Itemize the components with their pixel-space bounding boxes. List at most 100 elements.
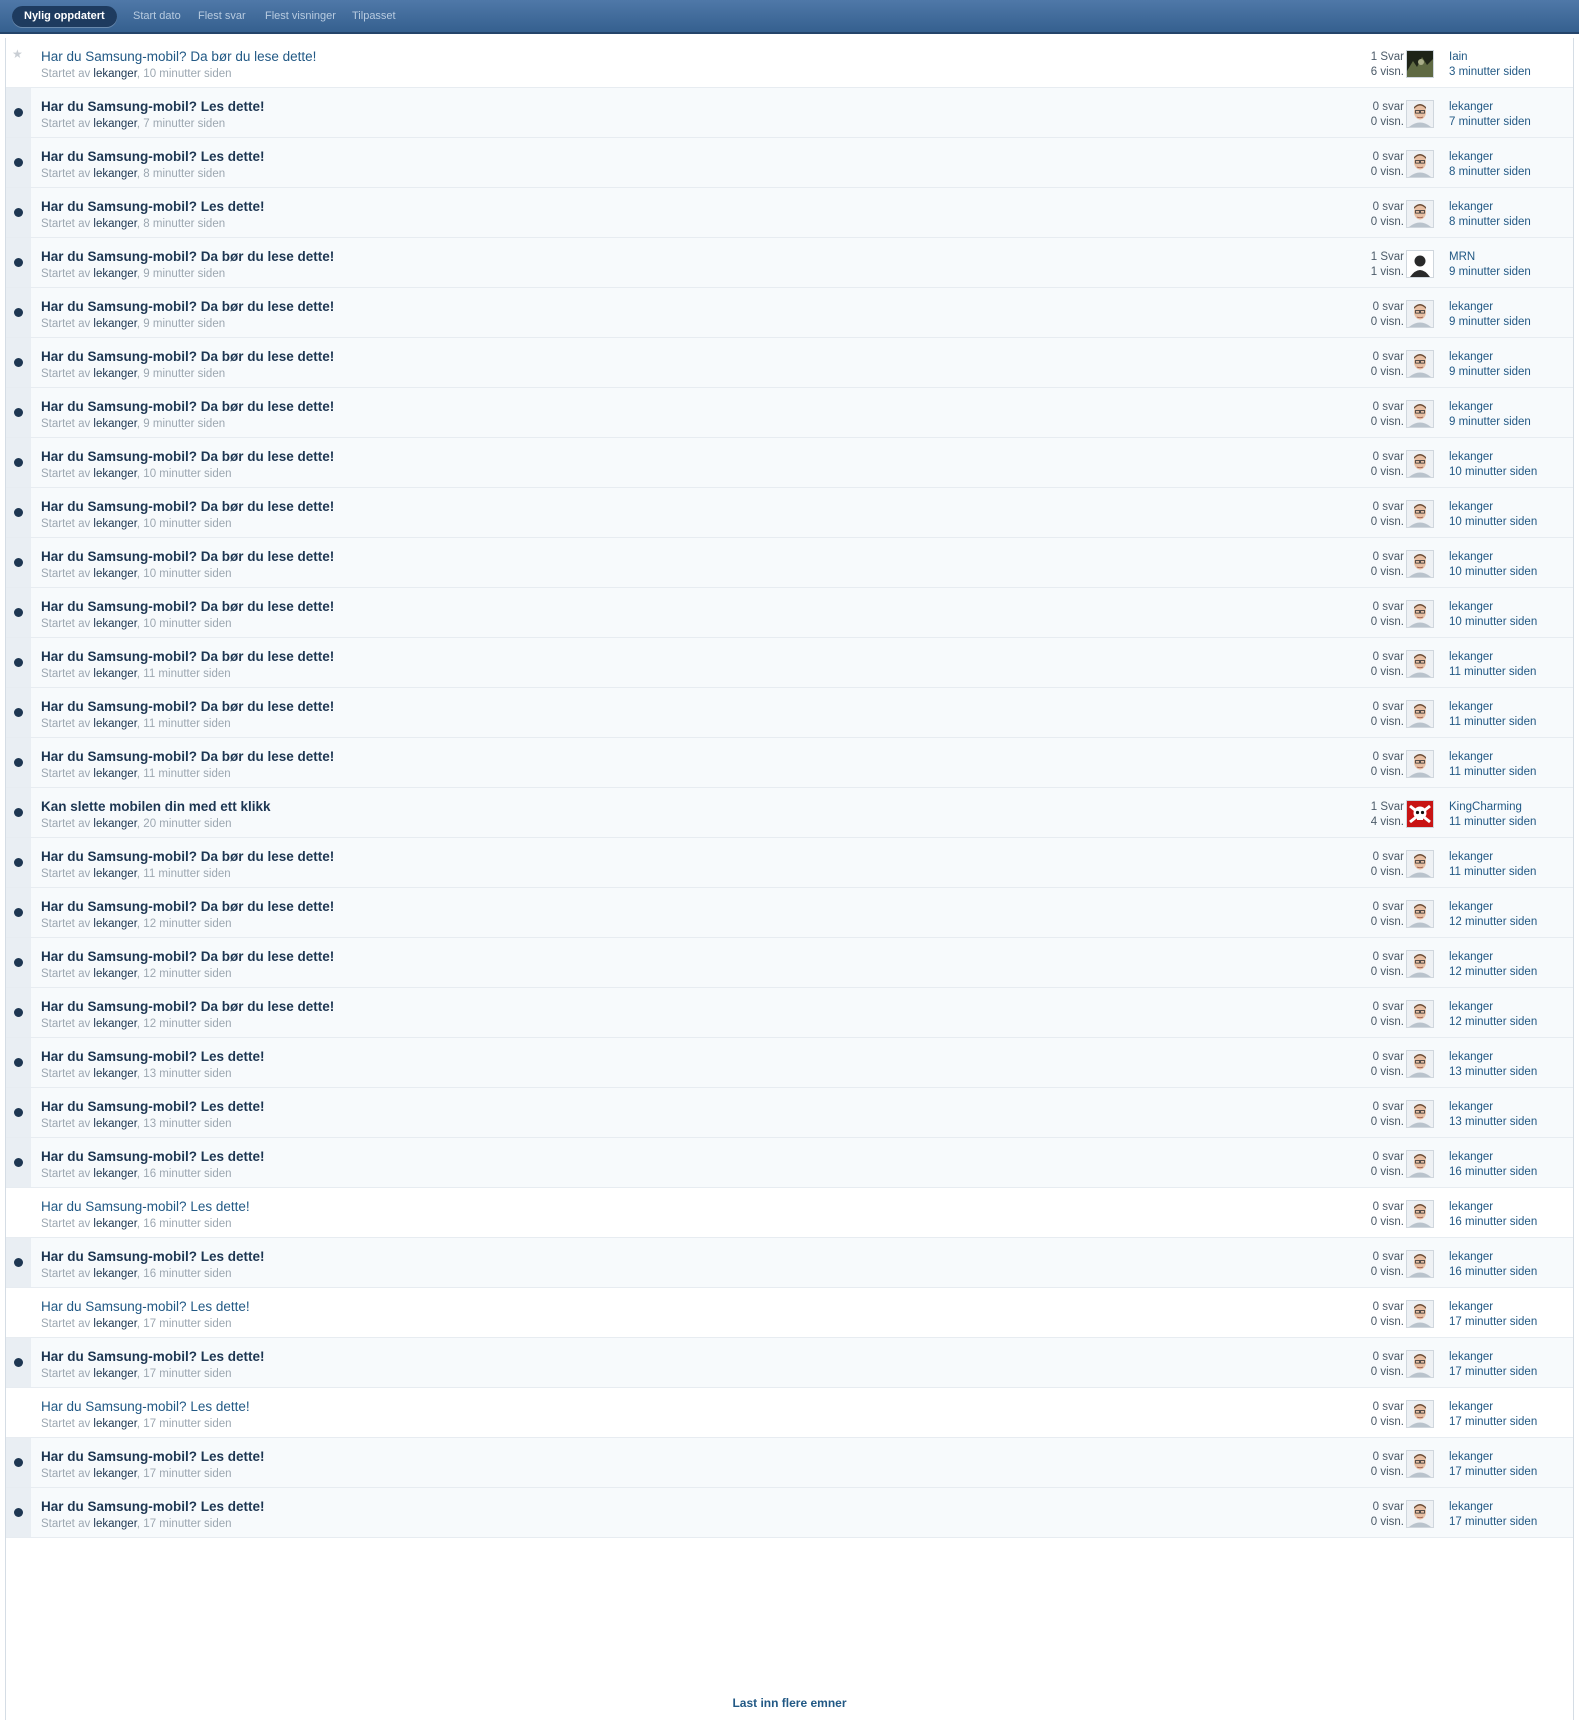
topic-author-link[interactable]: lekanger <box>93 68 136 80</box>
tab-recently-updated[interactable]: Nylig oppdatert <box>12 6 117 27</box>
last-poster-link[interactable]: lekanger <box>1449 1050 1537 1065</box>
topic-title-link[interactable]: Har du Samsung-mobil? Da bør du lese det… <box>41 699 334 714</box>
tab-start-date[interactable]: Start dato <box>121 6 193 27</box>
last-post-time-link[interactable]: 13 minutter siden <box>1449 1065 1537 1080</box>
unread-dot-icon[interactable] <box>14 308 23 317</box>
topic-title-link[interactable]: Har du Samsung-mobil? Da bør du lese det… <box>41 49 316 64</box>
unread-dot-icon[interactable] <box>14 808 23 817</box>
unread-dot-icon[interactable] <box>14 208 23 217</box>
topic-author-link[interactable]: lekanger <box>93 868 136 880</box>
last-post-time-link[interactable]: 16 minutter siden <box>1449 1165 1537 1180</box>
unread-dot-icon[interactable] <box>14 708 23 717</box>
last-poster-link[interactable]: lekanger <box>1449 500 1537 515</box>
unread-dot-icon[interactable] <box>14 1358 23 1367</box>
avatar[interactable] <box>1406 250 1434 278</box>
topic-author-link[interactable]: lekanger <box>93 1068 136 1080</box>
last-post-time-link[interactable]: 9 minutter siden <box>1449 315 1531 330</box>
unread-dot-icon[interactable] <box>14 958 23 967</box>
unread-dot-icon[interactable] <box>14 108 23 117</box>
last-post-time-link[interactable]: 11 minutter siden <box>1449 815 1536 830</box>
star-icon[interactable]: ★ <box>12 48 23 60</box>
avatar[interactable] <box>1406 300 1434 328</box>
topic-author-link[interactable]: lekanger <box>93 518 136 530</box>
topic-title-link[interactable]: Har du Samsung-mobil? Les dette! <box>41 1349 265 1364</box>
last-poster-link[interactable]: lekanger <box>1449 400 1531 415</box>
last-post-time-link[interactable]: 12 minutter siden <box>1449 915 1537 930</box>
last-poster-link[interactable]: lekanger <box>1449 1450 1537 1465</box>
load-more-topics-link[interactable]: Last inn flere emner <box>6 1686 1573 1720</box>
last-poster-link[interactable]: lekanger <box>1449 200 1531 215</box>
avatar[interactable] <box>1406 950 1434 978</box>
avatar[interactable] <box>1406 1350 1434 1378</box>
unread-dot-icon[interactable] <box>14 458 23 467</box>
last-poster-link[interactable]: lekanger <box>1449 600 1537 615</box>
unread-dot-icon[interactable] <box>14 658 23 667</box>
topic-author-link[interactable]: lekanger <box>93 1418 136 1430</box>
topic-title-link[interactable]: Har du Samsung-mobil? Les dette! <box>41 1499 265 1514</box>
topic-author-link[interactable]: lekanger <box>93 268 136 280</box>
topic-title-link[interactable]: Har du Samsung-mobil? Da bør du lese det… <box>41 649 334 664</box>
last-poster-link[interactable]: lekanger <box>1449 550 1537 565</box>
avatar[interactable] <box>1406 850 1434 878</box>
topic-author-link[interactable]: lekanger <box>93 1218 136 1230</box>
last-poster-link[interactable]: lekanger <box>1449 850 1536 865</box>
avatar[interactable] <box>1406 650 1434 678</box>
topic-author-link[interactable]: lekanger <box>93 1518 136 1530</box>
last-post-time-link[interactable]: 17 minutter siden <box>1449 1415 1537 1430</box>
last-post-time-link[interactable]: 10 minutter siden <box>1449 615 1537 630</box>
topic-author-link[interactable]: lekanger <box>93 1018 136 1030</box>
topic-author-link[interactable]: lekanger <box>93 768 136 780</box>
avatar[interactable] <box>1406 1100 1434 1128</box>
last-post-time-link[interactable]: 16 minutter siden <box>1449 1215 1537 1230</box>
topic-title-link[interactable]: Har du Samsung-mobil? Da bør du lese det… <box>41 749 334 764</box>
unread-dot-icon[interactable] <box>14 358 23 367</box>
last-post-time-link[interactable]: 16 minutter siden <box>1449 1265 1537 1280</box>
topic-title-link[interactable]: Har du Samsung-mobil? Les dette! <box>41 1299 250 1314</box>
last-poster-link[interactable]: lekanger <box>1449 350 1531 365</box>
topic-author-link[interactable]: lekanger <box>93 318 136 330</box>
topic-title-link[interactable]: Har du Samsung-mobil? Les dette! <box>41 1249 265 1264</box>
tab-custom[interactable]: Tilpasset <box>340 6 408 27</box>
topic-title-link[interactable]: Har du Samsung-mobil? Les dette! <box>41 1399 250 1414</box>
last-poster-link[interactable]: lekanger <box>1449 300 1531 315</box>
topic-title-link[interactable]: Har du Samsung-mobil? Da bør du lese det… <box>41 599 334 614</box>
topic-title-link[interactable]: Har du Samsung-mobil? Da bør du lese det… <box>41 399 334 414</box>
unread-dot-icon[interactable] <box>14 408 23 417</box>
last-poster-link[interactable]: lekanger <box>1449 150 1531 165</box>
last-post-time-link[interactable]: 9 minutter siden <box>1449 415 1531 430</box>
unread-dot-icon[interactable] <box>14 1058 23 1067</box>
last-post-time-link[interactable]: 7 minutter siden <box>1449 115 1531 130</box>
last-post-time-link[interactable]: 8 minutter siden <box>1449 165 1531 180</box>
last-post-time-link[interactable]: 11 minutter siden <box>1449 765 1536 780</box>
last-post-time-link[interactable]: 11 minutter siden <box>1449 865 1536 880</box>
avatar[interactable] <box>1406 450 1434 478</box>
unread-dot-icon[interactable] <box>14 608 23 617</box>
unread-dot-icon[interactable] <box>14 1008 23 1017</box>
topic-title-link[interactable]: Har du Samsung-mobil? Les dette! <box>41 149 265 164</box>
unread-dot-icon[interactable] <box>14 908 23 917</box>
topic-title-link[interactable]: Har du Samsung-mobil? Les dette! <box>41 1149 265 1164</box>
topic-author-link[interactable]: lekanger <box>93 368 136 380</box>
last-poster-link[interactable]: lekanger <box>1449 1250 1537 1265</box>
avatar[interactable] <box>1406 100 1434 128</box>
last-poster-link[interactable]: lekanger <box>1449 100 1531 115</box>
last-post-time-link[interactable]: 12 minutter siden <box>1449 1015 1537 1030</box>
avatar[interactable] <box>1406 1500 1434 1528</box>
topic-title-link[interactable]: Har du Samsung-mobil? Da bør du lese det… <box>41 899 334 914</box>
last-post-time-link[interactable]: 17 minutter siden <box>1449 1515 1537 1530</box>
last-post-time-link[interactable]: 12 minutter siden <box>1449 965 1537 980</box>
last-poster-link[interactable]: lekanger <box>1449 1300 1537 1315</box>
topic-author-link[interactable]: lekanger <box>93 718 136 730</box>
last-post-time-link[interactable]: 13 minutter siden <box>1449 1115 1537 1130</box>
avatar[interactable] <box>1406 1150 1434 1178</box>
last-post-time-link[interactable]: 17 minutter siden <box>1449 1365 1537 1380</box>
unread-dot-icon[interactable] <box>14 1108 23 1117</box>
topic-author-link[interactable]: lekanger <box>93 668 136 680</box>
topic-title-link[interactable]: Har du Samsung-mobil? Da bør du lese det… <box>41 949 334 964</box>
topic-author-link[interactable]: lekanger <box>93 1368 136 1380</box>
topic-title-link[interactable]: Har du Samsung-mobil? Les dette! <box>41 1049 265 1064</box>
topic-author-link[interactable]: lekanger <box>93 468 136 480</box>
topic-title-link[interactable]: Har du Samsung-mobil? Les dette! <box>41 99 265 114</box>
topic-title-link[interactable]: Har du Samsung-mobil? Da bør du lese det… <box>41 849 334 864</box>
avatar[interactable] <box>1406 1400 1434 1428</box>
